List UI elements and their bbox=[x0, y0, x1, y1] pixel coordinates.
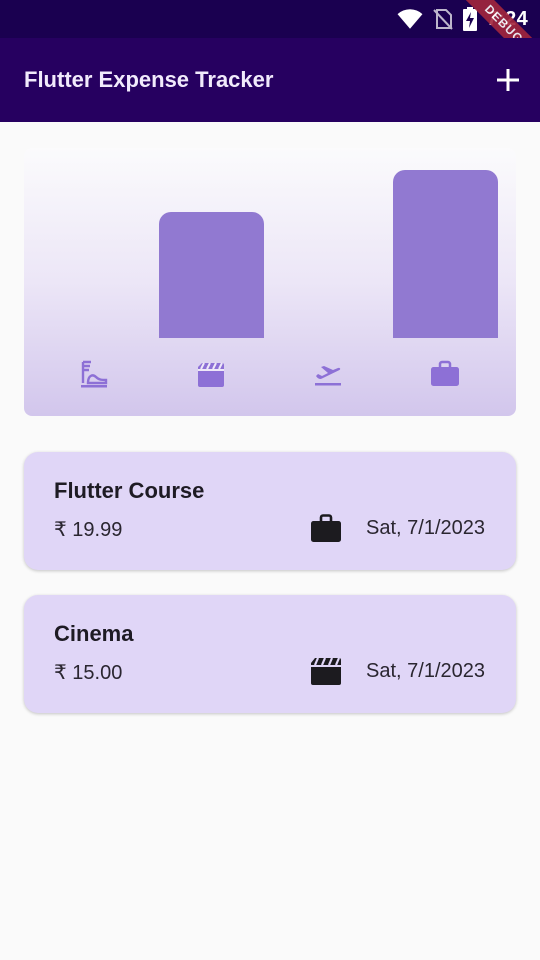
chart-bar-work bbox=[393, 170, 498, 338]
work-icon bbox=[311, 514, 341, 542]
expense-amount: ₹ 15.00 bbox=[54, 662, 123, 684]
wifi-icon bbox=[397, 9, 423, 29]
plus-icon bbox=[497, 69, 519, 91]
expense-chart bbox=[24, 148, 516, 416]
app-title: Flutter Expense Tracker bbox=[24, 67, 274, 92]
movie-icon bbox=[198, 362, 224, 387]
expense-amount: ₹ 19.99 bbox=[54, 519, 123, 541]
expense-date: Sat, 7/1/2023 bbox=[366, 660, 485, 682]
expense-item[interactable]: Flutter Course ₹ 19.99 Sat, 7/1/2023 bbox=[24, 452, 516, 570]
add-expense-button[interactable] bbox=[492, 64, 524, 96]
lunch-dining-icon bbox=[81, 360, 108, 388]
expense-item[interactable]: Cinema ₹ 15.00 Sat, 7/1/2023 bbox=[24, 595, 516, 713]
status-bar: 7:24 DEBUG bbox=[0, 0, 540, 81]
work-icon bbox=[431, 360, 459, 386]
battery-charging-icon bbox=[462, 7, 477, 31]
expense-title: Flutter Course bbox=[54, 478, 205, 503]
chart-bars bbox=[24, 148, 516, 338]
app-bar: Flutter Expense Tracker bbox=[0, 38, 540, 122]
flight-takeoff-icon bbox=[315, 366, 341, 386]
chart-bar-leisure bbox=[159, 211, 264, 338]
no-sim-icon bbox=[433, 9, 453, 30]
movie-icon bbox=[311, 657, 341, 685]
expense-title: Cinema bbox=[54, 621, 134, 646]
expense-date: Sat, 7/1/2023 bbox=[366, 517, 485, 539]
category-icons bbox=[24, 356, 516, 392]
